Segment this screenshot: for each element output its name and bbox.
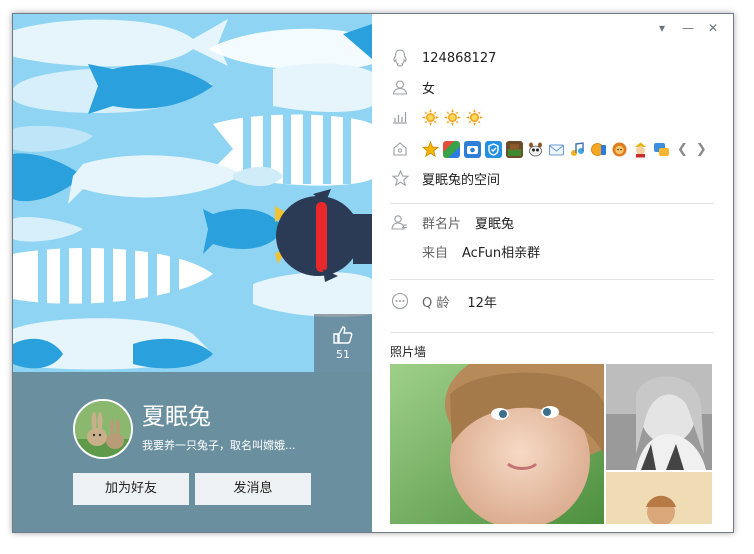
group-card-row: 群名片 夏眠兔 (390, 211, 514, 233)
mail-badge-icon[interactable] (548, 141, 565, 158)
pet-badge-icon[interactable] (527, 141, 544, 158)
qq-number: 124868127 (422, 50, 497, 66)
add-friend-button[interactable]: 加为好友 (73, 473, 189, 505)
sun-level-icon (444, 108, 461, 126)
close-button[interactable]: ✕ (705, 20, 721, 36)
photo-thumbnail[interactable] (606, 364, 712, 470)
divider (390, 332, 714, 333)
personal-signature: 我要养一只兔子，取名叫嫦娥... (142, 439, 296, 452)
chat-badge-icon[interactable] (653, 141, 670, 158)
profile-section: 夏眠兔 我要养一只兔子，取名叫嫦娥... 加为好友 发消息 (13, 372, 372, 532)
like-count: 51 (336, 348, 350, 361)
level-icons[interactable] (422, 108, 488, 126)
home-icon (390, 139, 410, 159)
photo-thumbnail[interactable] (606, 472, 712, 524)
gender-row: 女 (390, 76, 435, 98)
rabbit-avatar-image (75, 401, 131, 457)
from-group-value: AcFun相亲群 (462, 245, 541, 261)
divider (390, 279, 714, 280)
services-row: ❮ ❯ (390, 138, 707, 160)
game-badge-icon[interactable] (506, 140, 523, 158)
qq-number-row: 124868127 (390, 47, 496, 69)
star-outline-icon (390, 168, 410, 188)
divider (390, 203, 714, 204)
penguin-icon (390, 48, 410, 68)
star-badge-icon[interactable] (421, 140, 440, 158)
service-badges (421, 140, 674, 158)
qzone-link[interactable]: 夏眠兔的空间 (422, 169, 500, 188)
sun-level-icon (422, 108, 439, 126)
more-dots-icon (390, 291, 410, 311)
right-panel: ▾ — ✕ 124868127 女 ❮ ❯ 夏眠兔的空间 群名片 夏眠兔 来自 … (372, 14, 733, 532)
gold-badge-icon[interactable] (590, 141, 607, 158)
lion-badge-icon[interactable] (611, 141, 628, 158)
menu-dropdown-button[interactable]: ▾ (654, 20, 670, 36)
photo-thumbnail[interactable] (390, 364, 604, 524)
minimize-button[interactable]: — (680, 20, 696, 36)
gender: 女 (422, 81, 436, 97)
chevron-left-icon[interactable]: ❮ (677, 142, 688, 157)
level-row (390, 106, 488, 128)
from-group-row: 来自 AcFun相亲群 (422, 240, 540, 262)
chevron-right-icon[interactable]: ❯ (696, 142, 707, 157)
avatar[interactable] (73, 399, 133, 459)
left-panel: 51 夏眠兔 我要养一只兔子，取名叫嫦娥... 加为好友 发消息 (13, 14, 372, 532)
qage-row: Q 龄 12年 (390, 290, 497, 312)
cover-image: 51 (13, 14, 372, 372)
music-badge-icon[interactable] (569, 141, 586, 158)
photo-wall-title: 照片墙 (390, 345, 427, 359)
user-icon (390, 77, 410, 97)
thumbs-up-icon (333, 326, 353, 344)
qage-value: 12年 (467, 295, 497, 311)
send-message-button[interactable]: 发消息 (195, 473, 311, 505)
level-chart-icon (390, 107, 410, 127)
group-card-label: 群名片 (422, 216, 462, 232)
group-card-icon (390, 212, 410, 232)
photo-wall (390, 364, 712, 524)
qzone-row[interactable]: 夏眠兔的空间 (390, 167, 500, 189)
nickname: 夏眠兔 (142, 404, 211, 430)
profile-card-window: 51 夏眠兔 我要养一只兔子，取名叫嫦娥... 加为好友 发消息 ▾ — ✕ 1… (12, 13, 734, 533)
sun-level-icon (466, 108, 483, 126)
from-label: 来自 (422, 245, 449, 261)
group-card-value: 夏眠兔 (475, 216, 515, 232)
warrior-badge-icon[interactable] (632, 141, 649, 158)
like-button[interactable]: 51 (314, 314, 372, 372)
qage-label: Q 龄 (422, 295, 450, 311)
app-center-badge-icon[interactable] (443, 140, 460, 158)
camera-badge-icon[interactable] (464, 140, 481, 158)
shield-badge-icon[interactable] (485, 140, 502, 158)
